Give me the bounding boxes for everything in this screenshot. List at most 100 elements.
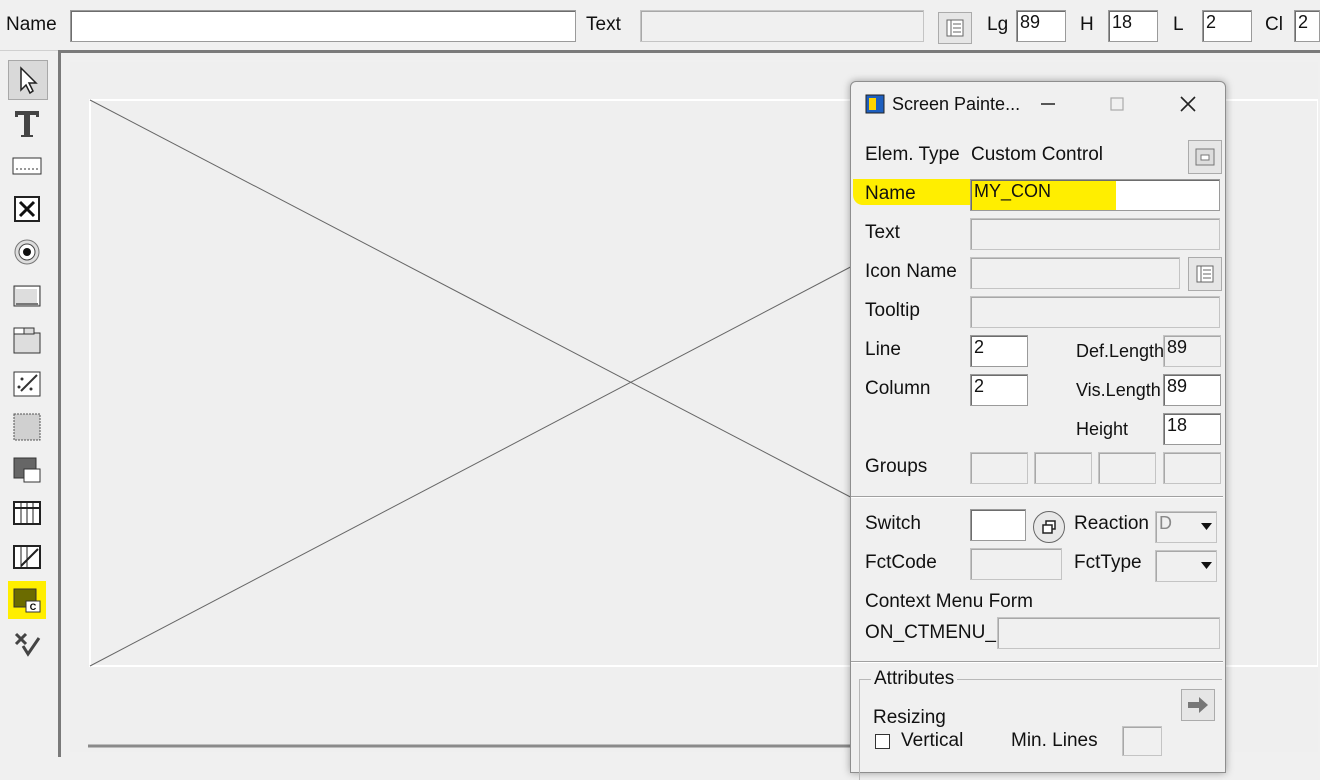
l-label: L xyxy=(1173,14,1184,35)
subscreen-icon xyxy=(13,457,41,483)
dialog-name-label: Name xyxy=(865,183,916,204)
tool-table-control[interactable] xyxy=(8,494,46,532)
icon-name-picker-button[interactable] xyxy=(1188,257,1222,291)
reaction-select-value: D xyxy=(1159,513,1172,533)
status-icon xyxy=(14,632,41,657)
fctcode-label: FctCode xyxy=(865,552,937,573)
ctmenu-prefix-label: ON_CTMENU_ xyxy=(865,622,996,643)
box-icon xyxy=(13,413,41,441)
svg-text:C: C xyxy=(30,602,37,612)
switch-label: Switch xyxy=(865,513,921,534)
tool-checkbox[interactable] xyxy=(8,190,46,228)
tool-status[interactable] xyxy=(8,625,46,663)
column-label: Column xyxy=(865,378,931,399)
reaction-label: Reaction xyxy=(1074,513,1149,534)
elem-type-value: Custom Control xyxy=(971,144,1103,165)
height-input[interactable]: 18 xyxy=(1163,413,1221,445)
line-input[interactable]: 2 xyxy=(970,335,1028,367)
vis-length-input[interactable]: 89 xyxy=(1163,374,1221,406)
switch-value-help-button[interactable] xyxy=(1033,511,1065,543)
text-input[interactable] xyxy=(640,10,924,42)
attributes-label: Attributes xyxy=(871,668,958,690)
element-toolbox: C xyxy=(0,52,56,757)
table-wizard-icon xyxy=(13,545,41,569)
h-input[interactable]: 18 xyxy=(1108,10,1158,42)
checkbox-icon xyxy=(14,196,40,222)
dialog-text-input[interactable] xyxy=(970,218,1220,250)
dialog-text-label: Text xyxy=(865,222,900,243)
switch-input[interactable] xyxy=(970,509,1026,541)
icon-name-label: Icon Name xyxy=(865,261,957,282)
vis-length-label: Vis.Length xyxy=(1076,380,1161,400)
radio-button-icon xyxy=(14,239,40,265)
divider xyxy=(851,496,1223,498)
minimize-icon[interactable] xyxy=(1041,102,1055,106)
name-input[interactable] xyxy=(70,10,576,42)
context-menu-form-input[interactable] xyxy=(997,617,1220,649)
text-tool-icon xyxy=(15,111,39,137)
tabstrip-wizard-icon xyxy=(13,371,41,397)
properties-bar: Name Text Lg 89 H 18 L 2 Cl 2 xyxy=(0,0,1320,51)
group-4-input[interactable] xyxy=(1163,452,1221,484)
table-control-icon xyxy=(13,501,41,525)
tool-pointer[interactable] xyxy=(8,60,48,100)
tool-input-field[interactable] xyxy=(8,147,46,185)
custom-control-icon: C xyxy=(13,588,41,613)
icon-picker-button[interactable] xyxy=(938,12,972,44)
lg-input[interactable]: 89 xyxy=(1016,10,1066,42)
vertical-label: Vertical xyxy=(901,730,964,751)
list-icon xyxy=(1196,265,1214,283)
dialog-titlebar[interactable]: Screen Painte... xyxy=(851,82,1223,126)
min-lines-label: Min. Lines xyxy=(1011,730,1098,751)
icon-name-input[interactable] xyxy=(970,257,1180,289)
tool-box[interactable] xyxy=(8,408,46,446)
name-label: Name xyxy=(6,14,57,35)
lg-label: Lg xyxy=(987,14,1009,35)
resizing-label: Resizing xyxy=(873,707,946,728)
fcttype-label: FctType xyxy=(1074,552,1142,573)
def-length-label: Def.Length xyxy=(1076,341,1164,361)
arrow-right-icon xyxy=(1188,697,1208,713)
group-2-input[interactable] xyxy=(1034,452,1092,484)
frame-icon xyxy=(1195,148,1215,166)
fctcode-input[interactable] xyxy=(970,548,1062,580)
elem-type-button[interactable] xyxy=(1188,140,1222,174)
column-input[interactable]: 2 xyxy=(970,374,1028,406)
input-field-icon xyxy=(12,157,42,175)
tool-custom-control[interactable]: C xyxy=(8,581,46,619)
tool-radio-button[interactable] xyxy=(8,233,46,271)
l-input[interactable]: 2 xyxy=(1202,10,1252,42)
tool-tabstrip-wizard[interactable] xyxy=(8,364,46,402)
tool-subscreen[interactable] xyxy=(8,451,46,489)
dialog-name-input[interactable]: MY_CON xyxy=(970,179,1220,211)
tabstrip-icon xyxy=(13,327,41,354)
min-lines-input[interactable] xyxy=(1122,726,1162,756)
divider xyxy=(851,661,1223,663)
text-label: Text xyxy=(586,14,621,35)
h-label: H xyxy=(1080,14,1094,35)
height-label: Height xyxy=(1076,419,1129,439)
groups-label: Groups xyxy=(865,456,928,477)
tooltip-label: Tooltip xyxy=(865,300,920,321)
group-1-input[interactable] xyxy=(970,452,1028,484)
maximize-icon[interactable] xyxy=(1110,97,1124,111)
reaction-select[interactable]: D xyxy=(1155,511,1217,543)
tool-text[interactable] xyxy=(8,104,46,142)
tool-table-wizard[interactable] xyxy=(8,538,46,576)
cl-input[interactable]: 2 xyxy=(1294,10,1320,42)
context-menu-form-label: Context Menu Form xyxy=(865,591,1033,612)
fcttype-select[interactable] xyxy=(1155,550,1217,582)
tool-tabstrip[interactable] xyxy=(8,321,46,359)
app-icon xyxy=(865,94,885,114)
tool-pushbutton[interactable] xyxy=(8,277,46,315)
pushbutton-icon xyxy=(13,285,41,307)
elem-type-label: Elem. Type xyxy=(865,144,960,165)
close-icon[interactable] xyxy=(1180,96,1196,112)
chevron-down-icon xyxy=(1201,523,1212,530)
attributes-next-button[interactable] xyxy=(1181,689,1215,721)
pointer-icon xyxy=(20,66,38,95)
vertical-checkbox[interactable] xyxy=(875,734,890,749)
def-length-input[interactable]: 89 xyxy=(1163,335,1221,367)
tooltip-input[interactable] xyxy=(970,296,1220,328)
group-3-input[interactable] xyxy=(1098,452,1156,484)
